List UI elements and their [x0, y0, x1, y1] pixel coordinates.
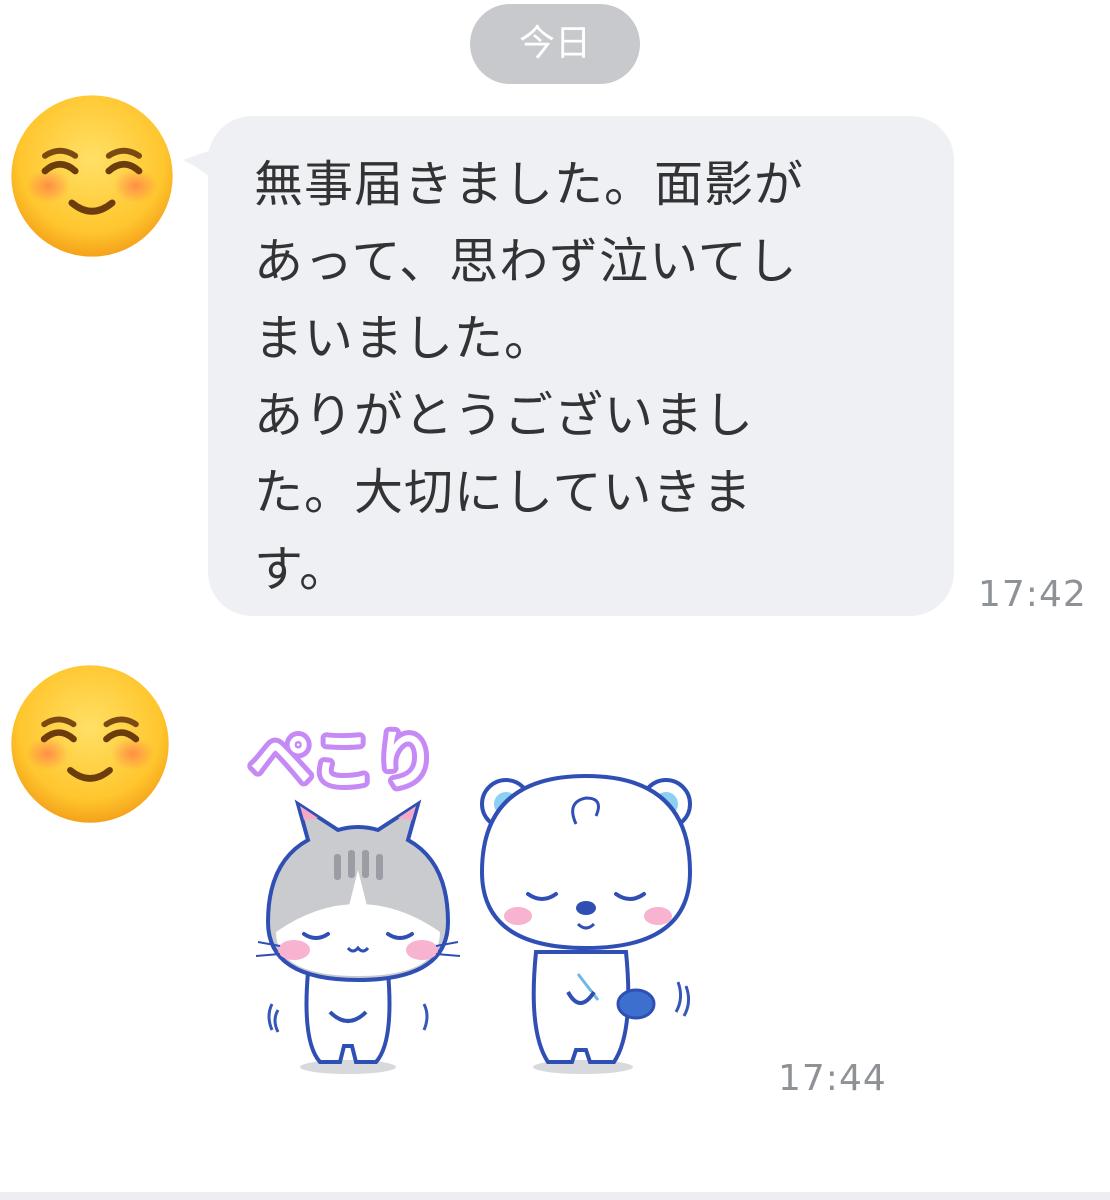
- sender-avatar-emoji-icon[interactable]: [8, 92, 176, 260]
- message-line: す。: [254, 541, 350, 598]
- message-line: あって、思わず泣いてし: [254, 233, 798, 290]
- chat-view: 今日 無事届きました。面影が あって、思わず泣いてし まいました。 ありがとうご…: [0, 0, 1110, 1200]
- sender-avatar-emoji-icon[interactable]: [8, 662, 172, 826]
- message-line: た。大切にしていきま: [254, 464, 753, 521]
- message-line: 無事届きました。面影が: [254, 156, 805, 213]
- message-line: まいました。: [254, 310, 555, 367]
- divider: [0, 1192, 1110, 1200]
- bowing-cat-and-bear-sticker-icon[interactable]: ペこり: [238, 712, 718, 1092]
- message-line: ありがとうございまし: [254, 387, 755, 444]
- date-separator: 今日: [470, 4, 640, 84]
- sticker-caption: ペこり: [250, 724, 436, 797]
- message-timestamp: 17:42: [978, 574, 1087, 615]
- bear-character: [479, 773, 693, 1074]
- cat-character: [255, 799, 461, 1074]
- message-timestamp: 17:44: [778, 1058, 887, 1099]
- message-bubble[interactable]: 無事届きました。面影が あって、思わず泣いてし まいました。 ありがとうございま…: [208, 116, 954, 616]
